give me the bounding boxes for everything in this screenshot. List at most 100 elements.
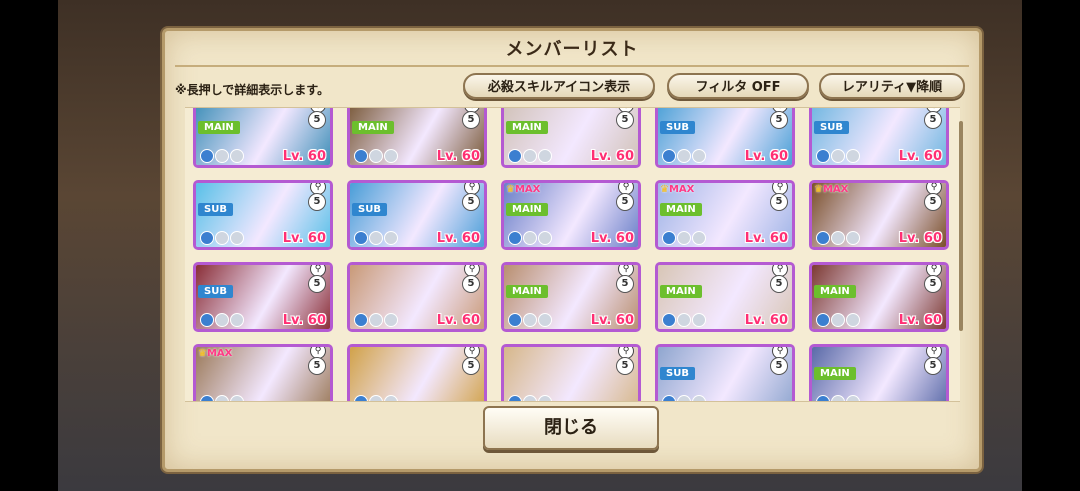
max-label: MAX <box>668 184 695 195</box>
element-icon <box>662 313 676 327</box>
member-card[interactable]: SUB⚲5Lv. 60 <box>655 108 795 168</box>
rank-count: 5 <box>462 111 480 129</box>
level-label: Lv. 60 <box>590 149 634 164</box>
level-label: Lv. 60 <box>436 231 480 246</box>
level-label: Lv. 60 <box>898 231 942 246</box>
long-press-hint: ※長押しで詳細表示します。 <box>175 83 330 97</box>
role-badge: MAIN <box>506 285 548 298</box>
element-icons <box>200 149 244 163</box>
member-card[interactable]: ♛MAX MAIN ⚲ 5 Lv. 60 <box>501 180 641 250</box>
element-icon <box>538 313 552 327</box>
element-icon <box>662 395 676 401</box>
element-icon <box>200 313 214 327</box>
member-card[interactable]: MAIN⚲5Lv. 60 <box>347 108 487 168</box>
role-badge: SUB <box>352 203 387 216</box>
letterbox-left <box>0 0 58 491</box>
member-grid[interactable]: MAIN⚲5Lv. 60MAIN⚲5Lv. 60MAIN⚲5Lv. 60SUB⚲… <box>185 107 960 402</box>
filter-button[interactable]: フィルタ OFF <box>667 73 809 99</box>
rank-count: 5 <box>770 357 788 375</box>
element-icon <box>354 231 368 245</box>
member-card[interactable]: MAIN⚲5Lv. 60 <box>193 108 333 168</box>
member-card[interactable]: ♛MAX ⚲ 5 <box>193 344 333 401</box>
crown-icon: ♛ <box>198 348 207 359</box>
element-icon <box>816 149 830 163</box>
element-icons <box>508 313 552 327</box>
element-icon <box>230 149 244 163</box>
sort-button[interactable]: レアリティ▼降順 <box>819 73 965 99</box>
rank-count: 5 <box>462 357 480 375</box>
grid-scrollbar[interactable] <box>959 121 963 331</box>
element-icon <box>384 231 398 245</box>
element-icon <box>384 149 398 163</box>
max-tag: ♛MAX <box>814 184 848 195</box>
level-label: Lv. 60 <box>744 313 788 328</box>
element-icons <box>816 395 860 401</box>
element-icons <box>662 149 706 163</box>
rank-count: 5 <box>462 193 480 211</box>
element-icon <box>846 395 860 401</box>
member-card[interactable]: MAIN⚲5Lv. 60 <box>501 262 641 332</box>
member-card[interactable]: SUB⚲5Lv. 60 <box>193 180 333 250</box>
member-card[interactable]: ⚲ 5 Lv. 60 <box>347 262 487 332</box>
member-card[interactable]: MAIN⚲5Lv. 60 <box>501 108 641 168</box>
letterbox-right <box>1022 0 1080 491</box>
role-badge: MAIN <box>814 367 856 380</box>
level-label: Lv. 60 <box>282 231 326 246</box>
member-card[interactable]: ♛MAX ⚲ 5 Lv. 60 <box>809 180 949 250</box>
member-card[interactable]: ♛MAX MAIN ⚲ 5 Lv. 60 <box>655 180 795 250</box>
member-card[interactable]: ⚲ 5 <box>501 344 641 401</box>
element-icon <box>677 395 691 401</box>
member-card[interactable]: SUB ⚲ 5 <box>655 344 795 401</box>
max-label: MAX <box>514 184 541 195</box>
role-badge: MAIN <box>660 285 702 298</box>
rank-count: 5 <box>616 357 634 375</box>
member-card[interactable]: SUB⚲5Lv. 60 <box>809 108 949 168</box>
element-icon <box>846 231 860 245</box>
rank-count: 5 <box>770 111 788 129</box>
role-badge: MAIN <box>352 121 394 134</box>
role-badge: SUB <box>660 121 695 134</box>
element-icon <box>523 313 537 327</box>
rank-count: 5 <box>308 275 326 293</box>
character-portrait <box>350 347 484 401</box>
crown-icon: ♛ <box>506 184 515 195</box>
element-icon <box>846 149 860 163</box>
role-badge: MAIN <box>506 203 548 216</box>
member-card[interactable]: MAIN⚲5Lv. 60 <box>655 262 795 332</box>
member-card[interactable]: MAIN ⚲ 5 <box>809 344 949 401</box>
element-icon <box>215 313 229 327</box>
level-label: Lv. 60 <box>282 149 326 164</box>
element-icon <box>538 395 552 401</box>
member-card[interactable]: SUB⚲5Lv. 60 <box>347 180 487 250</box>
element-icon <box>677 149 691 163</box>
element-icon <box>692 395 706 401</box>
element-icon <box>508 313 522 327</box>
member-card[interactable]: SUB⚲5Lv. 60 <box>193 262 333 332</box>
role-badge: MAIN <box>198 121 240 134</box>
member-card[interactable]: ⚲ 5 <box>347 344 487 401</box>
element-icons <box>354 149 398 163</box>
rank-count: 5 <box>924 193 942 211</box>
crown-icon: ♛ <box>660 184 669 195</box>
level-label: Lv. 60 <box>282 313 326 328</box>
max-tag: ♛MAX <box>660 184 694 195</box>
element-icon <box>354 313 368 327</box>
element-icon <box>200 149 214 163</box>
element-icon <box>200 395 214 401</box>
close-button[interactable]: 閉じる <box>483 406 659 450</box>
rank-count: 5 <box>308 193 326 211</box>
rank-count: 5 <box>462 275 480 293</box>
rank-count: 5 <box>770 275 788 293</box>
element-icons <box>816 149 860 163</box>
element-icons <box>816 313 860 327</box>
role-badge: MAIN <box>660 203 702 216</box>
max-tag: ♛MAX <box>198 348 232 359</box>
element-icon <box>230 313 244 327</box>
level-label: Lv. 60 <box>436 313 480 328</box>
element-icon <box>538 231 552 245</box>
skill-icon-toggle-button[interactable]: 必殺スキルアイコン表示 <box>463 73 655 99</box>
element-icons <box>200 395 244 401</box>
element-icon <box>692 149 706 163</box>
member-card[interactable]: MAIN⚲5Lv. 60 <box>809 262 949 332</box>
element-icons <box>662 313 706 327</box>
